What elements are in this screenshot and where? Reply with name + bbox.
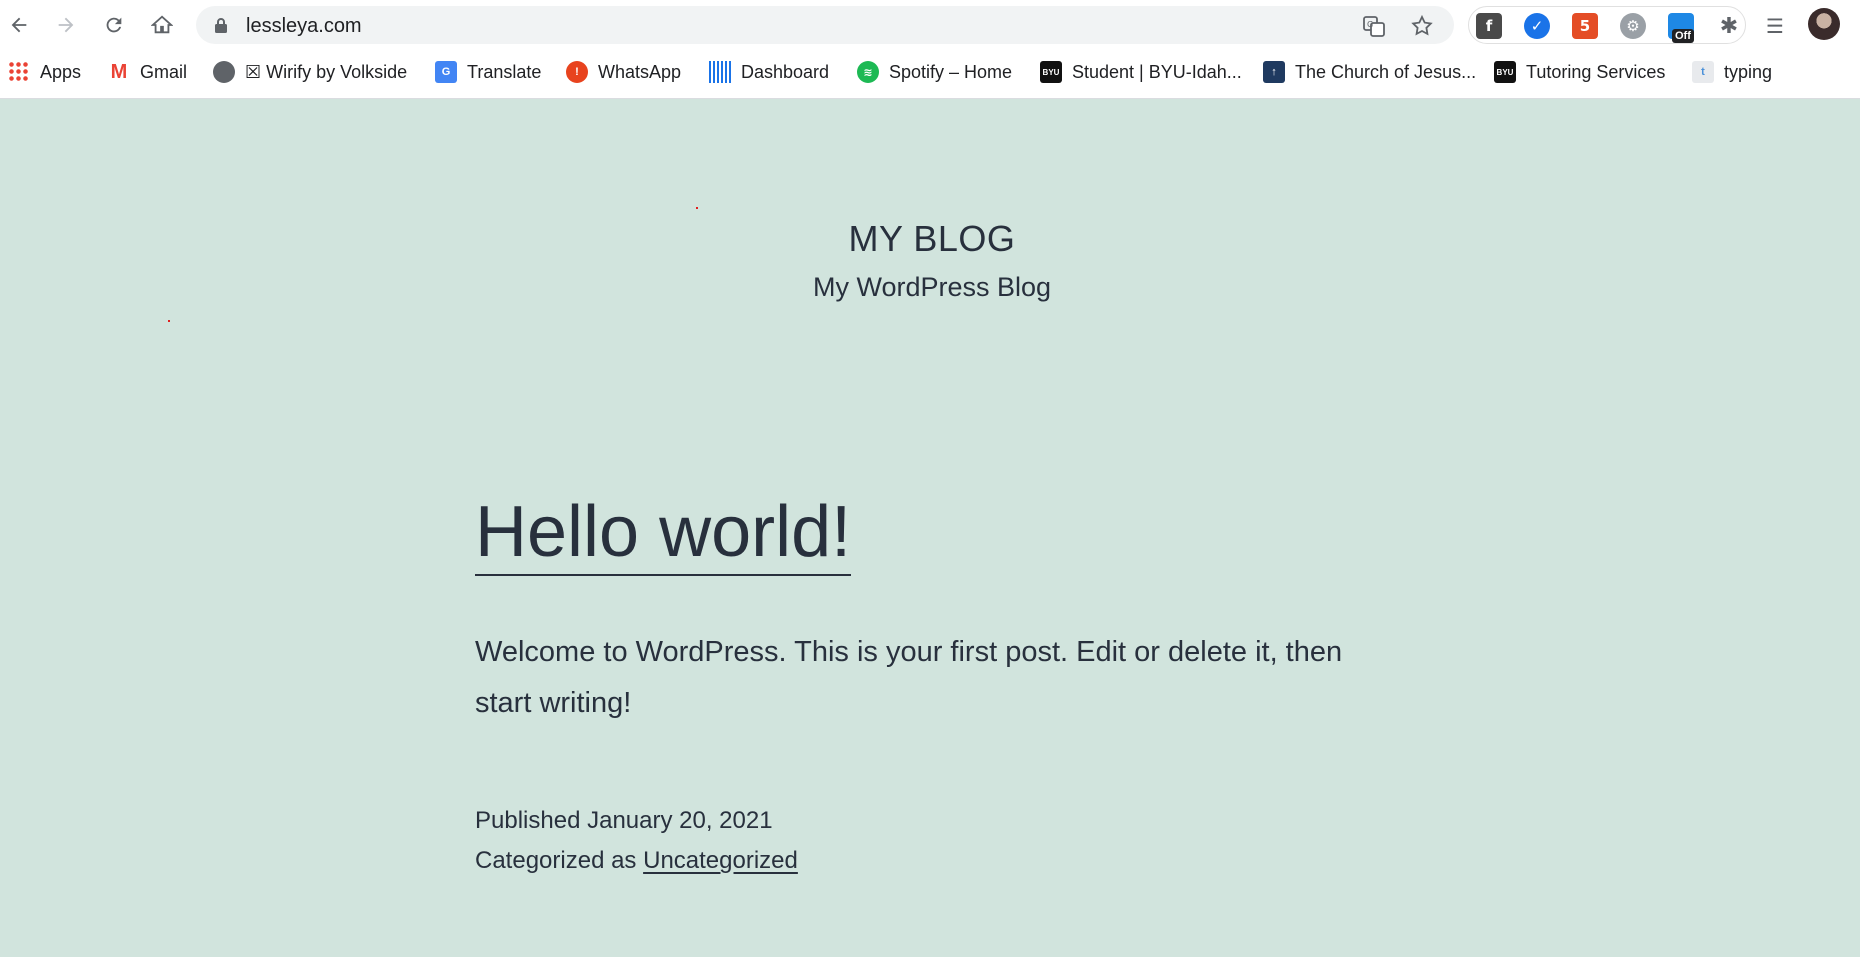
bookmarks-bar: Apps M Gmail ☒ Wirify by Volkside G Tran… xyxy=(0,49,1860,99)
red-speck xyxy=(168,320,170,322)
bookmark-translate[interactable]: G Translate xyxy=(435,59,541,85)
site-title[interactable]: MY BLOG xyxy=(0,218,1860,260)
post-category: Categorized as Uncategorized xyxy=(475,847,798,875)
svg-text:G: G xyxy=(1367,20,1373,29)
bookmark-typing[interactable]: t typing xyxy=(1692,59,1772,85)
whatsapp-icon: ! xyxy=(566,61,588,83)
bookmark-church[interactable]: ↑ The Church of Jesus... xyxy=(1263,59,1476,85)
bookmark-label: Gmail xyxy=(140,61,188,82)
media-controls-icon[interactable]: ☰ xyxy=(1762,13,1788,39)
bookmark-dashboard[interactable]: Dashboard xyxy=(709,59,829,85)
bookmark-label: typing xyxy=(1724,61,1773,82)
bookmark-label: Tutoring Services xyxy=(1526,61,1666,82)
globe-icon xyxy=(213,61,235,83)
bookmark-gmail[interactable]: M Gmail xyxy=(108,59,187,85)
forward-arrow-icon xyxy=(58,17,74,33)
address-bar[interactable]: lessleya.com G xyxy=(196,6,1454,44)
byu-icon: BYU xyxy=(1040,61,1062,83)
bookmark-label: WhatsApp xyxy=(598,61,682,82)
post-title-link[interactable]: Hello world! xyxy=(475,492,852,576)
reload-button[interactable] xyxy=(99,10,129,40)
html5-extension-icon[interactable]: 5 xyxy=(1572,13,1598,39)
home-icon xyxy=(151,15,173,34)
published-date: January 20, 2021 xyxy=(587,807,773,834)
bookmark-label: ☒ Wirify by Volkside xyxy=(245,61,408,82)
settings-gear-extension-icon[interactable]: ⚙ xyxy=(1620,13,1646,39)
red-speck xyxy=(696,207,698,209)
bookmark-label: Translate xyxy=(467,61,542,82)
profile-avatar[interactable] xyxy=(1808,8,1840,40)
home-button[interactable] xyxy=(147,10,177,40)
bookmark-label: The Church of Jesus... xyxy=(1295,61,1477,82)
back-button[interactable] xyxy=(4,10,34,40)
facebook-extension-icon[interactable]: f xyxy=(1476,13,1502,39)
bookmark-label: Apps xyxy=(40,61,82,82)
byu-icon: BYU xyxy=(1494,61,1516,83)
reload-icon xyxy=(106,17,122,33)
browser-toolbar: lessleya.com G f ✓ 5 ⚙ Off ✱ ☰ xyxy=(0,0,1860,49)
bookmark-star-icon[interactable] xyxy=(1410,14,1434,38)
typing-icon: t xyxy=(1692,61,1714,83)
translate-page-icon[interactable]: G xyxy=(1362,14,1386,38)
puzzle-extensions-icon[interactable]: ✱ xyxy=(1716,13,1742,39)
url-text[interactable]: lessleya.com xyxy=(246,15,362,38)
bookmark-whatsapp[interactable]: ! WhatsApp xyxy=(566,59,681,85)
bookmark-label: Dashboard xyxy=(741,61,830,82)
church-icon: ↑ xyxy=(1263,61,1285,83)
bookmark-spotify[interactable]: ≋ Spotify – Home xyxy=(857,59,1012,85)
apps-grid-icon xyxy=(8,61,30,83)
checkmark-extension-icon[interactable]: ✓ xyxy=(1524,13,1550,39)
gmail-icon: M xyxy=(110,60,128,83)
site-description: My WordPress Blog xyxy=(812,272,1052,302)
post-published: Published January 20, 2021 xyxy=(475,807,773,835)
translate-icon: G xyxy=(435,61,457,83)
categorized-label: Categorized as xyxy=(475,847,637,874)
bookmark-label: Student | BYU-Idah... xyxy=(1072,61,1242,82)
forward-button[interactable] xyxy=(51,10,81,40)
back-arrow-icon xyxy=(11,17,27,33)
dashboard-bars-icon xyxy=(709,61,731,83)
bookmark-student-byu[interactable]: BYU Student | BYU-Idah... xyxy=(1040,59,1242,85)
published-label: Published xyxy=(475,807,581,834)
bookmark-label: Spotify – Home xyxy=(889,61,1013,82)
bookmark-wirify[interactable]: ☒ Wirify by Volkside xyxy=(213,59,407,85)
lock-icon xyxy=(215,18,227,33)
spotify-icon: ≋ xyxy=(857,61,879,83)
extensions-strip xyxy=(1468,6,1746,44)
bookmark-tutoring[interactable]: BYU Tutoring Services xyxy=(1494,59,1665,85)
post-body: Welcome to WordPress. This is your first… xyxy=(475,636,1343,719)
extension-off-badge: Off xyxy=(1672,29,1694,43)
bookmark-apps[interactable]: Apps xyxy=(8,59,81,85)
category-link[interactable]: Uncategorized xyxy=(643,847,798,874)
